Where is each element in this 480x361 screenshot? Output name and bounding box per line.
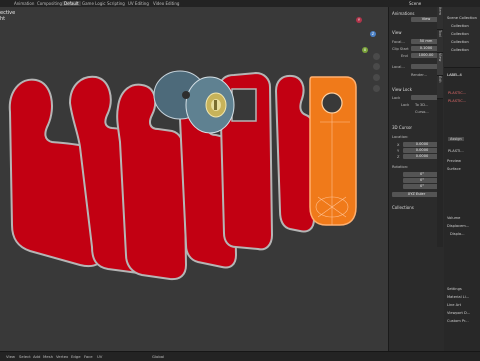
- panel-view[interactable]: View: [392, 30, 402, 35]
- menu-mesh[interactable]: Mesh: [43, 354, 53, 359]
- camera-view-icon[interactable]: [373, 74, 380, 81]
- surface-material-field[interactable]: PLASTI...: [448, 149, 464, 153]
- 3d-viewport[interactable]: ective ht Y Z X: [0, 7, 388, 351]
- prop-row[interactable]: Displacem...: [447, 224, 469, 228]
- tab-default[interactable]: Default: [62, 1, 81, 6]
- clip-end-label: End: [401, 54, 408, 58]
- prop-row[interactable]: Displa...: [450, 232, 465, 236]
- menu-add[interactable]: Add: [33, 354, 40, 359]
- properties-editor: LABEL-4 PLASTIC... PLASTIC... Assign PLA…: [444, 69, 480, 351]
- tab-compositing[interactable]: Compositing: [37, 1, 62, 6]
- tab-animation[interactable]: Animation: [14, 1, 34, 6]
- workspace-topbar: Animation Compositing Default Game Logic…: [0, 0, 480, 7]
- scene-selector[interactable]: Scene: [409, 1, 421, 6]
- sidebar-n-panel: Animations View View Focal... 50 mm Clip…: [388, 7, 444, 351]
- cursor-loc-x-field[interactable]: 0.0000: [403, 142, 441, 147]
- outliner[interactable]: Scene Collection Collection Collection C…: [444, 7, 480, 68]
- cursor-rot-z-field[interactable]: 0°: [403, 184, 441, 189]
- tab-tool[interactable]: Tool: [437, 30, 443, 53]
- prop-row[interactable]: Volume: [447, 216, 460, 220]
- lock-to-3d-cursor[interactable]: To 3D...: [415, 103, 428, 107]
- cursor-rot-y-field[interactable]: 0°: [403, 178, 441, 183]
- tab-uv-editing[interactable]: UV Editing: [128, 1, 149, 6]
- panel-collections[interactable]: Collections: [392, 205, 414, 210]
- lock-camera[interactable]: Curso...: [415, 110, 429, 114]
- outliner-row[interactable]: Collection: [451, 32, 469, 36]
- focal-length-label: Focal...: [392, 40, 405, 44]
- panel-animations[interactable]: Animations: [392, 11, 414, 16]
- transform-orientation-select[interactable]: Global: [152, 354, 164, 359]
- lock-object-label: Lock: [392, 96, 401, 100]
- prop-row[interactable]: Viewport D...: [447, 311, 470, 315]
- menu-uv[interactable]: UV: [97, 354, 102, 359]
- prop-row[interactable]: Settings: [447, 287, 462, 291]
- prop-row[interactable]: Material Li...: [447, 295, 469, 299]
- tab-item[interactable]: Item: [437, 7, 443, 30]
- rotation-label: Rotation:: [392, 165, 409, 169]
- cursor-rot-x-field[interactable]: 0°: [403, 172, 441, 177]
- tab-edit[interactable]: Edit: [437, 76, 443, 99]
- menu-select[interactable]: Select: [19, 354, 31, 359]
- prop-row[interactable]: Line Art: [447, 303, 461, 307]
- grid-toggle-icon[interactable]: [373, 85, 380, 92]
- rotation-mode-select[interactable]: XYZ Euler: [392, 192, 441, 197]
- gizmo-z-icon[interactable]: Z: [370, 31, 376, 37]
- square-hole: [231, 88, 257, 122]
- tab-game-logic[interactable]: Game Logic: [82, 1, 106, 6]
- gizmo-y-icon[interactable]: Y: [356, 17, 362, 23]
- orange-hole: [321, 92, 343, 114]
- loc-z-axis: Z: [397, 155, 400, 159]
- clip-start-label: Clip Start: [392, 47, 409, 51]
- menu-face[interactable]: Face: [84, 354, 93, 359]
- loc-y-axis: Y: [397, 149, 400, 153]
- outliner-row[interactable]: Collection: [451, 48, 469, 52]
- local-camera-label: Local...: [392, 65, 405, 69]
- panel-3d-cursor[interactable]: 3D Cursor: [392, 125, 412, 130]
- outliner-row[interactable]: Scene Collection: [447, 16, 477, 20]
- tab-scripting[interactable]: Scripting: [107, 1, 125, 6]
- menu-edge[interactable]: Edge: [71, 354, 81, 359]
- cursor-loc-y-field[interactable]: 0.0000: [403, 148, 441, 153]
- gizmo-x-icon[interactable]: X: [362, 47, 368, 53]
- right-editors: Scene Collection Collection Collection C…: [444, 7, 480, 351]
- scene-render: [8, 70, 357, 281]
- outliner-row[interactable]: Collection: [451, 40, 469, 44]
- lock-label: Lock: [401, 103, 410, 107]
- object-name[interactable]: LABEL-4: [447, 73, 462, 77]
- render-region-label[interactable]: Render...: [411, 73, 427, 77]
- menu-vertex[interactable]: Vertex: [56, 354, 68, 359]
- door-hanger-6: [274, 74, 315, 233]
- material-slot-1[interactable]: PLASTIC...: [448, 91, 466, 95]
- panel-view-lock[interactable]: View Lock: [392, 87, 412, 92]
- tab-view[interactable]: View: [437, 53, 443, 76]
- tab-video-editing[interactable]: Video Editing: [153, 1, 179, 6]
- prop-row[interactable]: Preview: [447, 159, 461, 163]
- assign-button[interactable]: Assign: [448, 137, 464, 141]
- loc-x-axis: X: [397, 143, 400, 147]
- menu-view[interactable]: View: [6, 354, 15, 359]
- location-label: Location:: [392, 135, 409, 139]
- cursor-loc-z-field[interactable]: 0.0000: [403, 154, 441, 159]
- prop-row[interactable]: Surface: [447, 167, 461, 171]
- sidebar-tabs: Item Tool View Edit: [437, 7, 443, 247]
- outliner-row[interactable]: Collection: [451, 24, 469, 28]
- material-slot-2[interactable]: PLASTIC...: [448, 99, 466, 103]
- prop-row[interactable]: Custom Pr...: [447, 319, 469, 323]
- hand-pan-icon[interactable]: [373, 63, 380, 70]
- zoom-icon[interactable]: [373, 53, 380, 60]
